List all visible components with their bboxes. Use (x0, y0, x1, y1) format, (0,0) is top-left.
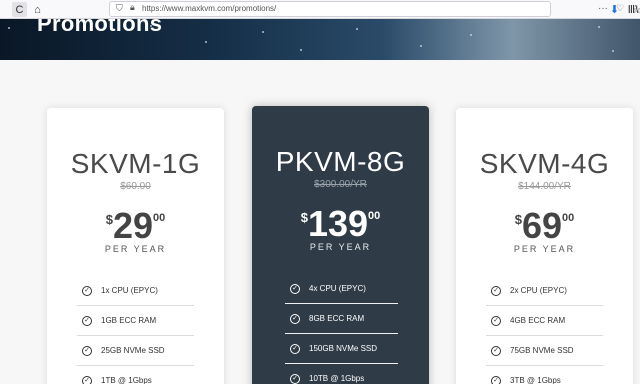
feature-item: ✓ 25GB NVMe SSD (77, 336, 194, 366)
feature-label: 3TB @ 1Gbps (510, 376, 561, 384)
feature-label: 4GB ECC RAM (510, 316, 566, 325)
check-circle-icon: ✓ (290, 313, 300, 324)
check-circle-icon: ✓ (491, 315, 501, 326)
plan-price: $6900 (456, 206, 633, 246)
feature-item: ✓ 1x CPU (EPYC) (77, 276, 194, 306)
library-icon[interactable]: Ⅲ\ (626, 2, 640, 17)
plan-old-price: $300.00/YR (314, 179, 367, 190)
price-amount: 139 (307, 203, 369, 244)
price-currency: $ (300, 210, 308, 225)
plan-card-pkvm-8g: PKVM-8G $300.00/YR $13900 PER YEAR ✓ 4x C… (252, 106, 429, 384)
download-icon[interactable]: ⬇ (607, 2, 622, 17)
price-currency: $ (514, 212, 522, 227)
check-circle-icon: ✓ (491, 375, 501, 384)
feature-label: 1GB ECC RAM (101, 316, 157, 325)
plan-name: PKVM-8G (275, 146, 406, 177)
feature-label: 1TB @ 1Gbps (101, 376, 152, 384)
hero-banner: Promotions (0, 19, 640, 60)
price-period: PER YEAR (513, 244, 576, 254)
plan-name: SKVM-1G (70, 148, 201, 179)
plan-name: SKVM-4G (479, 148, 610, 179)
check-circle-icon: ✓ (82, 375, 92, 384)
feature-item: ✓ 75GB NVMe SSD (486, 336, 603, 366)
price-cents: 00 (368, 210, 381, 222)
address-bar[interactable]: ⛉ 🔒︎ https://www.maxkvm.com/promotions/ … (109, 1, 640, 17)
feature-label: 25GB NVMe SSD (101, 346, 165, 355)
feature-label: 75GB NVMe SSD (510, 346, 574, 355)
plan-old-price: $60.00 (120, 181, 151, 192)
price-amount: 69 (521, 205, 563, 246)
plan-price: $13900 (252, 204, 429, 244)
feature-label: 1x CPU (EPYC) (101, 286, 158, 295)
feature-item: ✓ 4GB ECC RAM (486, 306, 603, 336)
price-cents: 00 (153, 212, 166, 224)
feature-label: 10TB @ 1Gbps (309, 374, 365, 383)
feature-list: ✓ 1x CPU (EPYC) ✓ 1GB ECC RAM ✓ 25GB NVMe S… (77, 276, 194, 384)
feature-item: ✓ 1GB ECC RAM (77, 306, 194, 336)
price-period: PER YEAR (309, 242, 372, 252)
check-circle-icon: ✓ (82, 315, 92, 326)
price-currency: $ (105, 212, 113, 227)
check-circle-icon: ✓ (82, 285, 92, 296)
tracking-shield-icon[interactable]: ⛉ (116, 3, 123, 14)
price-period: PER YEAR (104, 244, 167, 254)
feature-item: ✓ 2x CPU (EPYC) (486, 276, 603, 306)
reload-icon[interactable]: C (12, 2, 27, 17)
plan-card-skvm-4g: SKVM-4G $144.00/YR $6900 PER YEAR ✓ 2x CP… (456, 108, 633, 384)
url-text[interactable]: https://www.maxkvm.com/promotions/ (142, 4, 276, 13)
check-circle-icon: ✓ (491, 285, 501, 296)
feature-item: ✓ 3TB @ 1Gbps (486, 366, 603, 384)
price-amount: 29 (112, 205, 154, 246)
feature-label: 150GB NVMe SSD (309, 344, 378, 353)
feature-item: ✓ 10TB @ 1Gbps (285, 364, 398, 384)
check-circle-icon: ✓ (290, 373, 300, 384)
feature-item: ✓ 8GB ECC RAM (285, 304, 398, 334)
price-cents: 00 (562, 212, 575, 224)
plan-card-skvm-1g: SKVM-1G $60.00 $2900 PER YEAR ✓ 1x CPU (E… (47, 108, 224, 384)
check-circle-icon: ✓ (290, 283, 300, 294)
feature-label: 2x CPU (EPYC) (510, 286, 567, 295)
feature-label: 8GB ECC RAM (309, 314, 365, 323)
plan-price: $2900 (47, 206, 224, 246)
check-circle-icon: ✓ (290, 343, 300, 354)
feature-item: ✓ 4x CPU (EPYC) (285, 274, 398, 304)
check-circle-icon: ✓ (82, 345, 92, 356)
feature-item: ✓ 1TB @ 1Gbps (77, 366, 194, 384)
feature-list: ✓ 4x CPU (EPYC) ✓ 8GB ECC RAM ✓ 150GB NVMe … (285, 274, 398, 384)
lock-icon[interactable]: 🔒︎ (130, 2, 135, 13)
page-title: Promotions (37, 19, 163, 36)
browser-toolbar: C ⌂ ⛉ 🔒︎ https://www.maxkvm.com/promotio… (0, 0, 640, 19)
home-icon[interactable]: ⌂ (30, 2, 45, 17)
feature-label: 4x CPU (EPYC) (309, 284, 366, 293)
feature-list: ✓ 2x CPU (EPYC) ✓ 4GB ECC RAM ✓ 75GB NVMe S… (486, 276, 603, 384)
feature-item: ✓ 150GB NVMe SSD (285, 334, 398, 364)
plan-old-price: $144.00/YR (518, 181, 571, 192)
check-circle-icon: ✓ (491, 345, 501, 356)
